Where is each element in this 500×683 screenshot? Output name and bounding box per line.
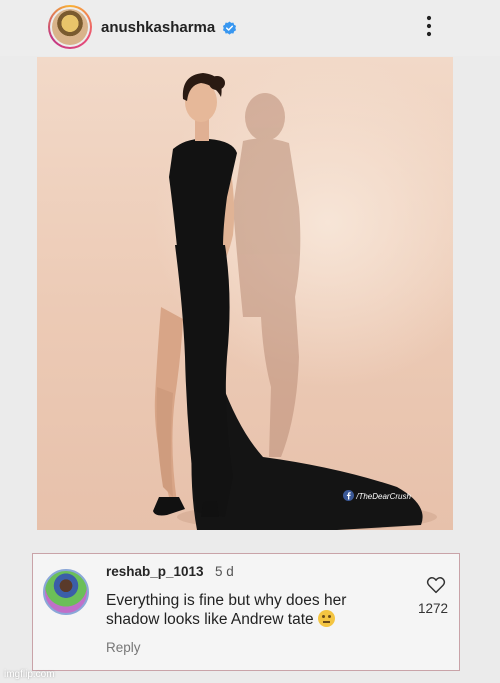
reply-button[interactable]: Reply <box>106 640 141 655</box>
more-options-icon[interactable] <box>422 13 436 39</box>
photo-illustration <box>153 73 437 530</box>
post-photo[interactable]: /TheDearCrush <box>37 57 453 530</box>
wall-shadow <box>233 93 301 457</box>
comment-text: Everything is fine but why does her shad… <box>106 591 386 629</box>
commenter-avatar[interactable] <box>43 569 89 615</box>
post-header: anushkasharma <box>0 0 500 56</box>
woman-figure <box>153 73 237 517</box>
post-username[interactable]: anushkasharma <box>101 19 215 36</box>
thinking-face-icon <box>317 610 335 627</box>
comment-body: Everything is fine but why does her shad… <box>106 592 347 628</box>
comment-time: 5 d <box>215 564 234 579</box>
comment-username[interactable]: reshab_p_1013 <box>106 564 204 579</box>
verified-badge-icon <box>222 21 237 35</box>
comment-card: reshab_p_1013 5 d Everything is fine but… <box>32 553 460 671</box>
like-count: 1272 <box>418 601 449 616</box>
photo-watermark: /TheDearCrush <box>343 490 411 501</box>
avatar-image <box>52 9 88 45</box>
avatar-inner <box>50 7 90 47</box>
facebook-icon <box>343 490 354 501</box>
profile-avatar[interactable] <box>48 5 92 49</box>
watermark-text: /TheDearCrush <box>356 492 411 501</box>
heart-icon[interactable] <box>426 576 446 594</box>
imgflip-watermark: imgflip.com <box>4 669 55 680</box>
